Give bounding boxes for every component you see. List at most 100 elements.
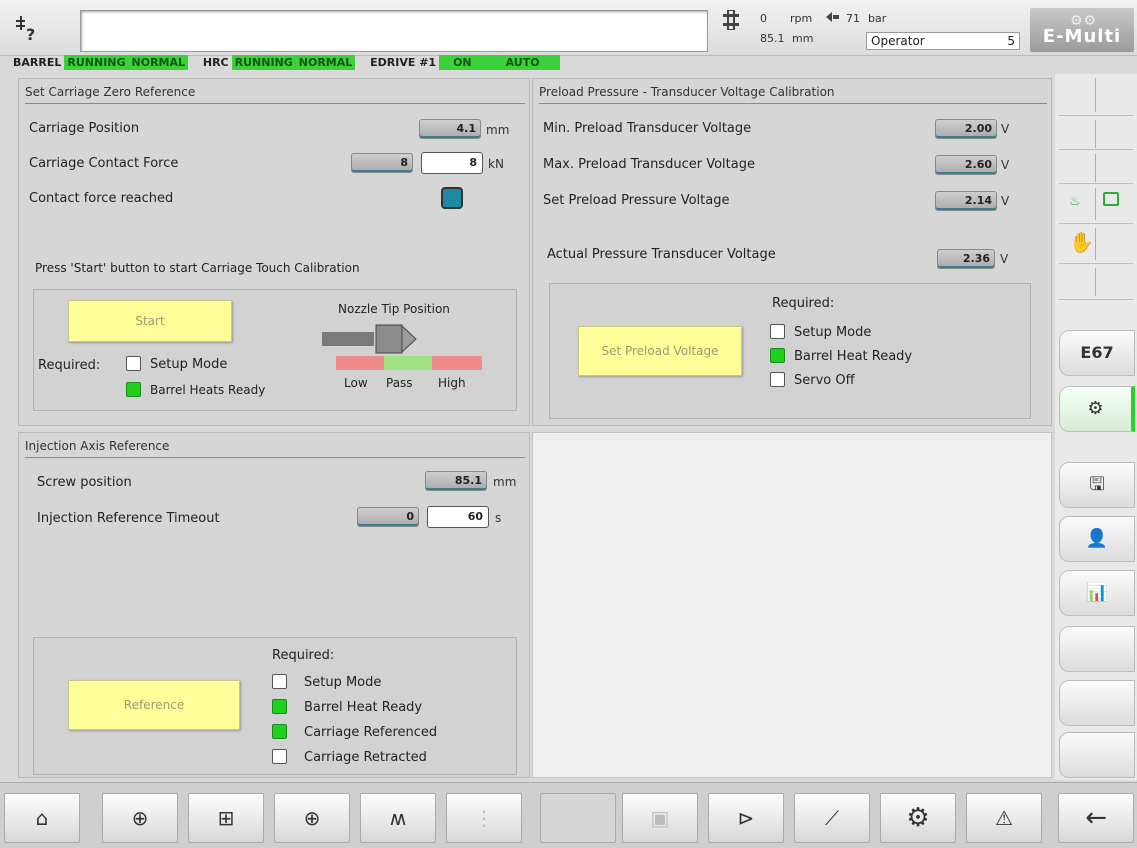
screw-position-unit: mm (493, 475, 517, 489)
heater-icon: ♨ (1069, 194, 1081, 209)
max-voltage-unit: V (1001, 158, 1010, 172)
barrel-heats-ready-checkbox (126, 382, 141, 397)
pressure-value: 71 (846, 12, 860, 25)
setup-mode-label: Setup Mode (150, 357, 228, 372)
scale-high-label: High (438, 376, 466, 390)
warning-icon: ⚠ (995, 806, 1013, 830)
sidebar-blank-button-2[interactable] (1059, 680, 1135, 726)
user-level-label: Operator (871, 34, 925, 48)
preload-setup-mode-label: Setup Mode (794, 325, 872, 340)
carriage-retracted-checkbox (272, 749, 287, 764)
nozzle-tip-label: Nozzle Tip Position (338, 302, 450, 316)
blank-toolbar-button[interactable] (540, 793, 616, 843)
carriage-referenced-checkbox (272, 724, 287, 739)
actual-voltage-value: 2.36 (937, 249, 995, 269)
analysis-icon: 📊 (1085, 582, 1109, 603)
contact-force-input[interactable]: 8 (421, 152, 483, 174)
carriage-icon: ⊕ (303, 806, 321, 830)
servo-off-label: Servo Off (794, 373, 855, 388)
carriage-position-value: 4.1 (419, 119, 481, 139)
min-voltage-value: 2.00 (935, 119, 997, 139)
pressure-unit: bar (868, 12, 887, 25)
gears-icon: ⚙ (906, 803, 930, 833)
position-unit: mm (792, 32, 814, 45)
rpm-value: 0 (760, 12, 767, 25)
alarm-help-icon[interactable]: ? (14, 14, 54, 44)
sidebar-code-button[interactable]: E67 (1059, 330, 1135, 376)
hrc-mode: NORMAL (295, 55, 356, 70)
ejector-icon: ⊳ (737, 806, 755, 830)
scale-pass-label: Pass (386, 376, 413, 390)
set-preload-voltage-button[interactable]: Set Preload Voltage (578, 326, 742, 376)
injection-barrel-heat-checkbox (272, 699, 287, 714)
ejector-button[interactable]: ⊳ (708, 793, 784, 843)
carriage-button[interactable]: ⊕ (274, 793, 350, 843)
user-level-box[interactable]: Operator 5 (866, 32, 1020, 50)
preload-title: Preload Pressure - Transducer Voltage Ca… (539, 85, 1047, 104)
start-button[interactable]: Start (68, 300, 232, 342)
cooling-button[interactable]: ⋮ (446, 793, 522, 843)
sidebar-slot-1 (1059, 74, 1133, 116)
barrel-mode: NORMAL (128, 55, 189, 70)
sidebar-blank-button-3[interactable] (1059, 732, 1135, 778)
alarm-button[interactable]: ⚠ (966, 793, 1042, 843)
screw-position-value: 85.1 (425, 471, 487, 491)
preload-setup-mode-checkbox (770, 324, 785, 339)
sidebar-slot-7 (1059, 264, 1133, 300)
rpm-unit: rpm (790, 12, 813, 25)
set-voltage-label: Set Preload Pressure Voltage (543, 193, 730, 208)
edrive-label: EDRIVE #1 (370, 56, 437, 69)
sidebar-slot-heaters[interactable]: ♨ (1059, 184, 1133, 224)
sidebar-save-button[interactable]: 🖫 (1059, 462, 1135, 508)
timeout-unit: s (495, 511, 502, 525)
injection-required-label: Required: (272, 648, 335, 663)
sidebar-user-button[interactable]: 👤 (1059, 516, 1135, 562)
machine-status-strip: BARREL RUNNING NORMAL HRC RUNNING NORMAL EDR… (10, 55, 560, 70)
scale-high-bar (432, 356, 482, 370)
max-voltage-value: 2.60 (935, 155, 997, 175)
contact-reached-label: Contact force reached (29, 191, 174, 206)
carriage-referenced-label: Carriage Referenced (304, 725, 438, 740)
contact-force-label: Carriage Contact Force (29, 156, 179, 171)
contact-force-actual: 8 (351, 153, 413, 173)
timeout-input[interactable]: 60 (427, 506, 489, 528)
sidebar-slot-3 (1059, 150, 1133, 184)
preload-required-label: Required: (772, 296, 835, 311)
user-level-number: 5 (1007, 34, 1015, 48)
screw-button[interactable]: ⊞ (188, 793, 264, 843)
hand-icon: ✋ (1069, 230, 1094, 254)
sidebar-slot-hand[interactable]: ✋ (1059, 224, 1133, 264)
sidebar-blank-button-1[interactable] (1059, 626, 1135, 672)
screw-toolbar-icon: ⊞ (217, 806, 235, 830)
carriage-retracted-label: Carriage Retracted (304, 750, 427, 765)
preload-barrel-heat-checkbox (770, 348, 785, 363)
set-voltage-unit: V (1001, 194, 1010, 208)
svg-text:?: ? (26, 25, 35, 44)
carriage-position-label: Carriage Position (29, 121, 140, 136)
home-icon: ⌂ (35, 806, 49, 830)
timeout-label: Injection Reference Timeout (37, 511, 220, 526)
carriage-required-label: Required: (38, 358, 101, 373)
home-button[interactable]: ⌂ (4, 793, 80, 843)
servo-off-checkbox (770, 372, 785, 387)
actual-voltage-unit: V (1000, 252, 1009, 266)
sidebar-screw-button[interactable]: ⚙ (1059, 386, 1135, 432)
injection-title: Injection Axis Reference (25, 439, 525, 458)
injection-setup-mode-checkbox (272, 674, 287, 689)
right-sidebar: ♨ ✋ E67 ⚙ 🖫 👤 📊 (1055, 74, 1137, 780)
heaters-button[interactable]: ʍ (360, 793, 436, 843)
settings-button[interactable]: ⚙ (880, 793, 956, 843)
mold-button[interactable]: ▣ (622, 793, 698, 843)
injection-button[interactable]: ⊕ (102, 793, 178, 843)
battery-icon (1103, 192, 1119, 206)
setup-mode-checkbox (126, 356, 141, 371)
graph-button[interactable]: ⟋ (794, 793, 870, 843)
injection-reference-box: Reference Required: Setup Mode Barrel He… (33, 637, 517, 775)
empty-content-area (532, 432, 1052, 778)
reference-button[interactable]: Reference (68, 680, 240, 730)
sidebar-slot-2 (1059, 116, 1133, 150)
actual-voltage-label: Actual Pressure Transducer Voltage (547, 247, 776, 262)
back-button[interactable]: ← (1058, 793, 1134, 843)
sidebar-analysis-button[interactable]: 📊 (1059, 570, 1135, 616)
user-icon: 👤 (1085, 528, 1109, 549)
